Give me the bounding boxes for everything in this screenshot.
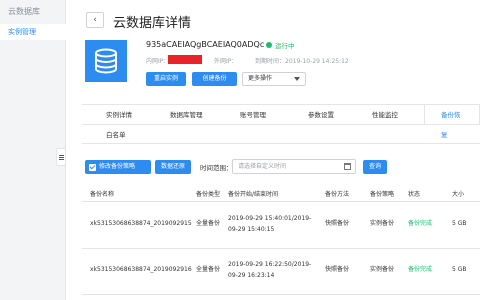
status-dot-icon <box>266 42 272 48</box>
backup-time-end: 09-29 15:40:15 <box>228 226 275 233</box>
query-button[interactable]: 查询 <box>363 160 387 174</box>
sidebar-title: 云数据库 <box>8 7 40 16</box>
backup-size: 5 GB <box>452 266 467 273</box>
modify-backup-policy-button[interactable]: 修改备份策略 <box>85 160 151 174</box>
backup-time-start: 2019-09-29 15:40:01/2019- <box>228 215 312 222</box>
column-header: 状态 <box>408 191 421 198</box>
tab-backup-restore[interactable]: 备份恢复 <box>424 105 480 139</box>
restart-instance-button[interactable]: 重启实例 <box>146 72 186 86</box>
status-badge: 运行中 <box>266 40 295 50</box>
column-header: 备份方法 <box>325 191 350 198</box>
column-header: 备份类型 <box>196 191 221 198</box>
database-icon <box>85 40 127 82</box>
table-row[interactable]: xk53153068638874_2019092916 全量备份 2019-09… <box>82 249 480 295</box>
time-range-label: 时间范围： <box>200 164 233 172</box>
tab-instance-details[interactable]: 实例详情 <box>106 105 132 125</box>
backup-time-end: 09-29 16:23:14 <box>228 272 275 279</box>
tab-bar: 实例详情 数据库管理 账号管理 参数设置 性能监控 备份恢复 白名单 <box>82 104 480 144</box>
tab-parameter-settings[interactable]: 参数设置 <box>308 105 334 125</box>
outer-ip-label: 外网IP： <box>214 58 238 65</box>
tab-performance-monitoring[interactable]: 性能监控 <box>372 105 398 125</box>
backup-type: 全量备份 <box>196 266 221 273</box>
tab-divider <box>82 124 480 125</box>
data-restore-button[interactable]: 数据还原 <box>155 160 191 174</box>
column-header: 备份开始/结束时间 <box>228 191 279 198</box>
calendar-icon[interactable] <box>344 163 351 170</box>
sidebar-item-instance-management[interactable]: 实例管理 <box>0 24 66 40</box>
backup-name: xk53153068638874_2019092915 <box>90 220 192 227</box>
sidebar-collapse-icon[interactable] <box>56 148 66 166</box>
backup-type: 全量备份 <box>196 220 221 227</box>
table-header: 备份名称 备份类型 备份开始/结束时间 备份方法 备份策略 状态 大小 <box>82 186 480 202</box>
instance-name: 935aCAEIAQgBCAEIAQ0ADQc <box>146 40 265 49</box>
column-header: 备份名称 <box>90 191 115 198</box>
redacted-ip <box>168 55 202 64</box>
tab-database-management[interactable]: 数据库管理 <box>170 105 203 125</box>
column-header: 大小 <box>452 191 465 198</box>
expire-time: 到期时间：2019-10-29 14:25:12 <box>255 56 349 65</box>
page-title: 云数据库详情 <box>113 16 192 31</box>
expire-value: 2019-10-29 14:25:12 <box>285 58 349 65</box>
inner-ip-label: 内网IP： <box>146 58 170 65</box>
caret-down-icon <box>294 77 300 81</box>
backup-name: xk53153068638874_2019092916 <box>90 266 192 273</box>
backup-status: 备份完成 <box>408 266 433 273</box>
backup-size: 5 GB <box>452 220 467 227</box>
checkbox-icon <box>89 164 96 171</box>
backup-time-start: 2019-09-29 16:22:50/2019- <box>228 261 312 268</box>
column-header: 备份策略 <box>370 191 395 198</box>
sidebar: 云数据库 实例管理 <box>0 0 66 300</box>
create-backup-button[interactable]: 创建备份 <box>192 72 237 86</box>
date-range-input[interactable]: 请选择自定义时间 <box>232 159 356 174</box>
date-range-placeholder: 请选择自定义时间 <box>238 163 287 170</box>
back-button[interactable]: ‹ <box>86 12 104 28</box>
more-actions-select[interactable]: 更多操作 <box>242 72 306 86</box>
tab-whitelist[interactable]: 白名单 <box>106 125 126 145</box>
table-row[interactable]: xk53153068638874_2019092915 全量备份 2019-09… <box>82 203 480 249</box>
modify-backup-policy-label: 修改备份策略 <box>99 163 136 170</box>
backup-status: 备份完成 <box>408 220 433 227</box>
backup-policy: 实例备份 <box>370 266 395 273</box>
chevron-left-icon: ‹ <box>93 15 97 25</box>
status-text: 运行中 <box>275 42 295 50</box>
tab-account-management[interactable]: 账号管理 <box>240 105 266 125</box>
more-actions-label: 更多操作 <box>248 75 273 82</box>
expire-label: 到期时间： <box>255 58 286 65</box>
backup-policy: 实例备份 <box>370 220 395 227</box>
backup-method: 快照备份 <box>325 266 350 273</box>
backup-method: 快照备份 <box>325 220 350 227</box>
